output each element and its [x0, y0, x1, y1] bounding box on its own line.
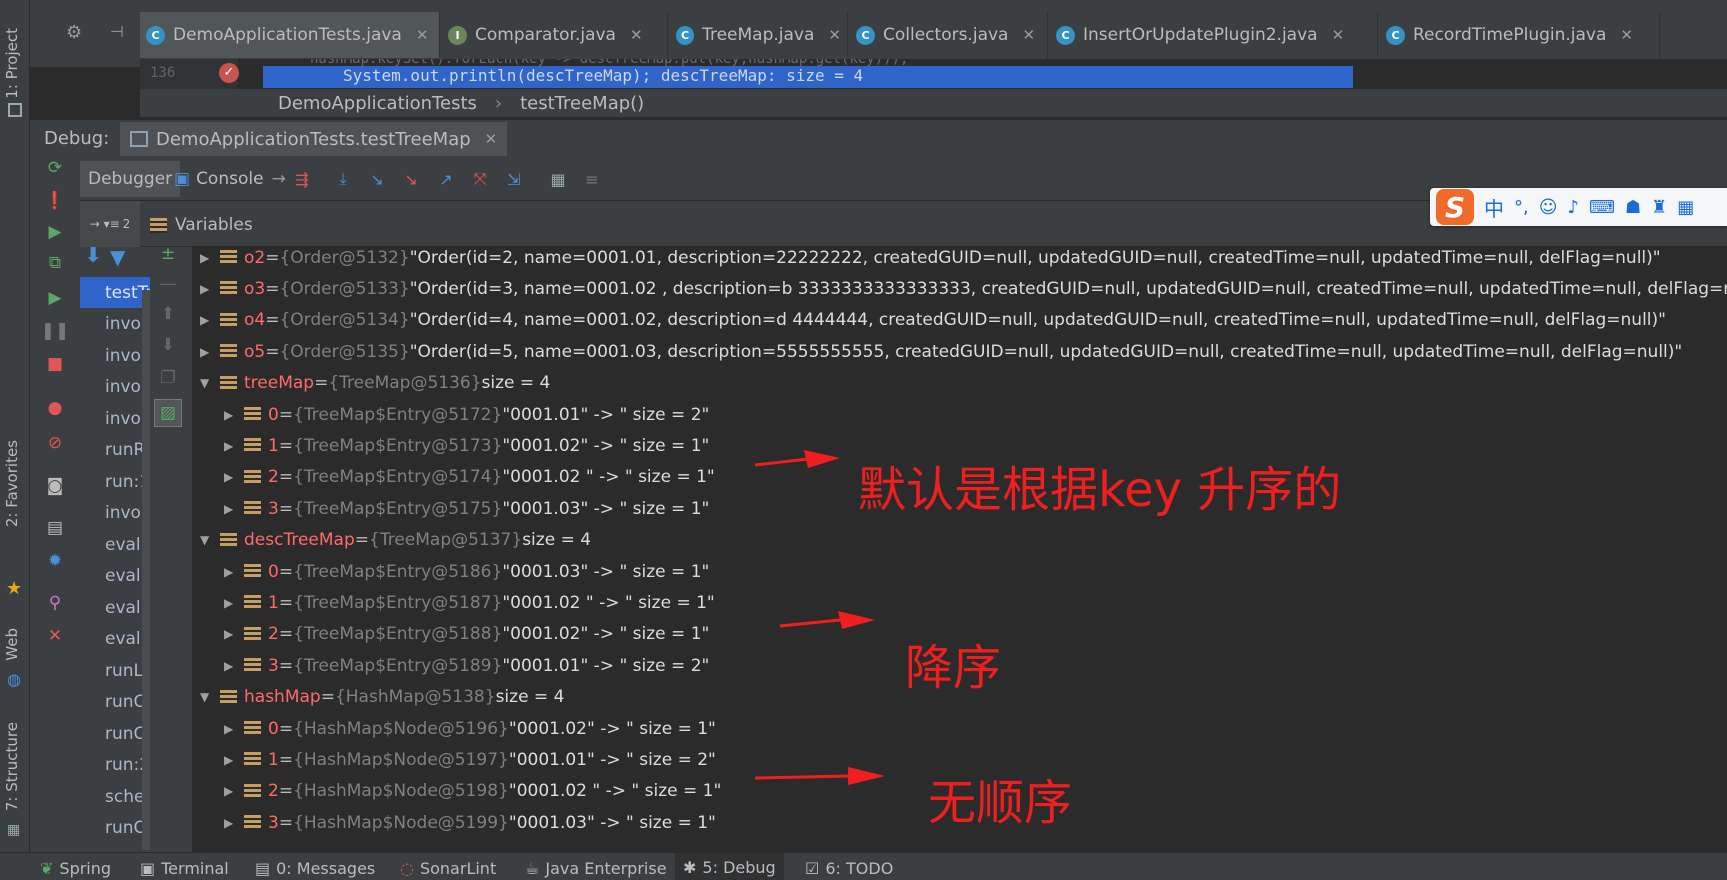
sogou-logo[interactable]: S — [1436, 189, 1474, 225]
sonarlint-icon: ◌ — [400, 859, 414, 878]
mic-icon[interactable]: ♪ — [1568, 197, 1580, 218]
java-enterprise-icon: ☕ — [525, 859, 540, 878]
arrow-head-desc — [838, 611, 875, 629]
ime-mode[interactable]: 中 — [1484, 193, 1504, 222]
shirt-icon[interactable]: ♜ — [1651, 197, 1667, 218]
bottom-tab[interactable]: ❦ Spring — [40, 859, 111, 878]
spring-icon: ❦ — [40, 859, 54, 878]
arrow-head-asc — [804, 450, 840, 468]
user-icon[interactable]: ☗ — [1625, 197, 1641, 218]
annotation-arrows — [754, 450, 885, 785]
bottom-tab[interactable]: ✱ 5: Debug — [675, 853, 784, 880]
ime-toolbar: S 中 °, ☺ ♪ ⌨ ☗ ♜ ▦ — [1430, 188, 1727, 226]
bottom-tab-label: Java Enterprise — [545, 859, 667, 878]
keyboard-icon[interactable]: ⌨ — [1589, 197, 1615, 218]
annotation-descending: 降序 — [905, 640, 1002, 696]
todo-icon: ☑ — [805, 859, 820, 878]
bottom-tab[interactable]: ▣ Terminal — [140, 859, 229, 878]
bottom-tab-label: Spring — [59, 859, 112, 878]
bottom-tab-label: SonarLint — [419, 859, 497, 878]
terminal-icon: ▣ — [140, 859, 156, 878]
messages-icon: ▤ — [255, 859, 271, 878]
bottom-tab[interactable]: ☑ 6: TODO — [805, 859, 893, 878]
ime-punct[interactable]: °, — [1514, 197, 1529, 218]
bottom-tab[interactable]: ☕ Java Enterprise — [525, 859, 667, 878]
emoji-icon[interactable]: ☺ — [1539, 197, 1558, 218]
bottom-tab-label: 6: TODO — [825, 859, 894, 878]
bottom-tab-label: 0: Messages — [276, 859, 376, 878]
debug-icon: ✱ — [683, 857, 697, 877]
annotation-ascending: 默认是根据key 升序的 — [858, 462, 1342, 518]
arrow-head-none — [848, 767, 885, 785]
bottom-tab-label: Terminal — [161, 859, 229, 878]
bottom-tab-label: 5: Debug — [702, 857, 776, 877]
bottom-tab[interactable]: ▤ 0: Messages — [255, 859, 375, 878]
grid-icon[interactable]: ▦ — [1677, 197, 1694, 218]
ide-window: 1: Project 2: Favorites ★ Web ◍ 7: Struc… — [0, 0, 1727, 880]
annotation-unordered: 无顺序 — [928, 775, 1073, 831]
bottom-tool-bar: ❦ Spring ▣ Terminal ▤ 0: Messages ◌ SonarLint ☕ J… — [0, 852, 1727, 880]
bottom-tab[interactable]: ◌ SonarLint — [400, 859, 496, 878]
